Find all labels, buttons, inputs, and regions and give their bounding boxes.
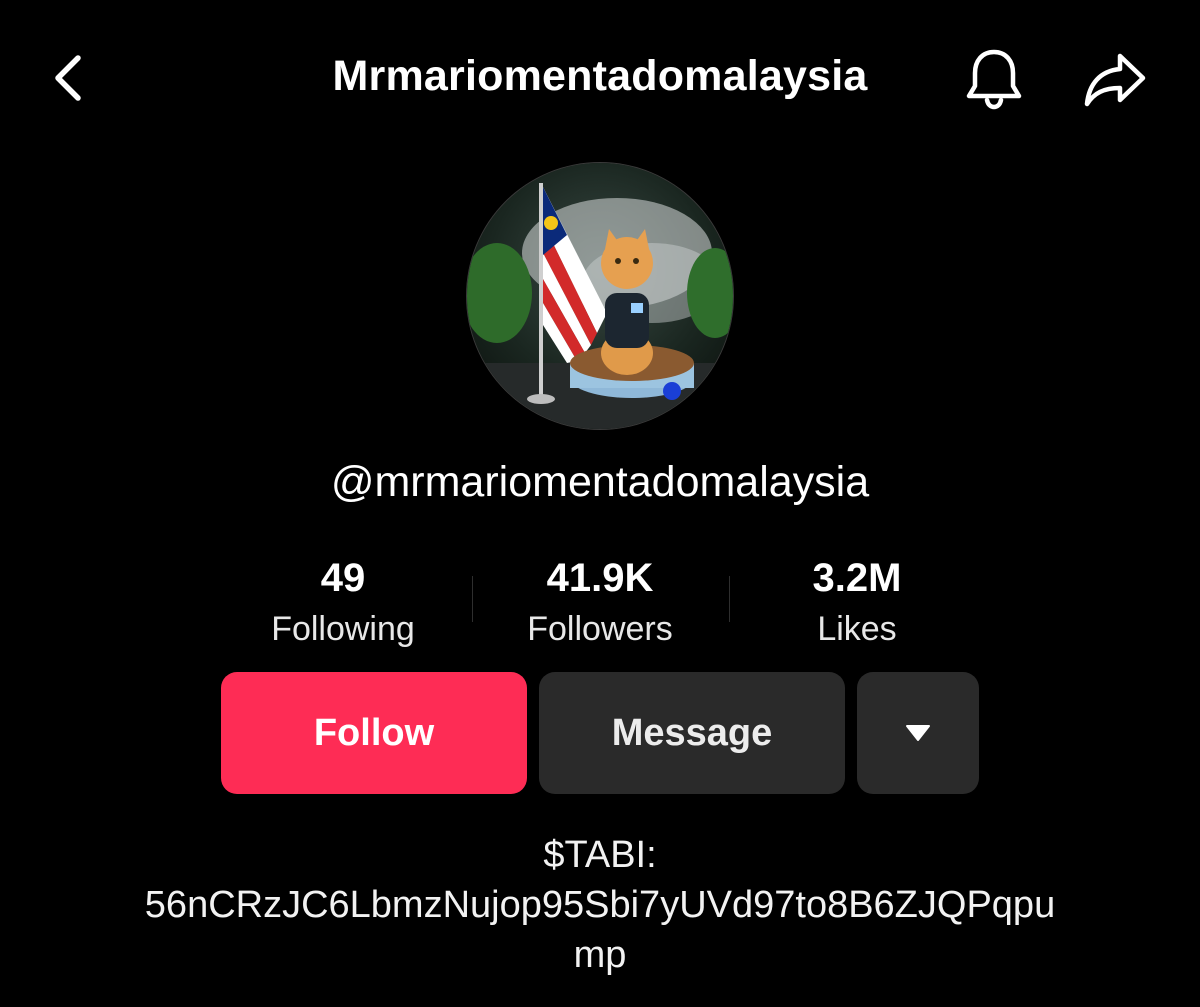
stat-value-likes: 3.2M (812, 556, 902, 600)
caret-down-icon (906, 725, 930, 741)
bell-icon (966, 49, 1022, 110)
stat-label-followers: Followers (527, 610, 673, 648)
share-button[interactable] (1080, 46, 1150, 112)
stat-following[interactable]: 49 Following (215, 552, 471, 654)
chevron-left-icon (55, 55, 81, 101)
back-button[interactable] (44, 50, 92, 106)
page-title: Mrmariomentadomalaysia (332, 52, 868, 100)
bio-line: $TABI: (543, 834, 657, 876)
stat-likes: 3.2M Likes (729, 552, 985, 654)
top-navigation-bar: Mrmariomentadomalaysia (0, 0, 1200, 150)
share-arrow-icon (1084, 53, 1146, 107)
stat-label-following: Following (271, 610, 415, 648)
avatar-image (467, 163, 733, 429)
message-button[interactable]: Message (539, 672, 845, 794)
stat-value-following: 49 (320, 556, 366, 600)
stat-label-likes: Likes (817, 610, 897, 648)
more-options-button[interactable] (857, 672, 979, 794)
stat-value-followers: 41.9K (546, 556, 654, 600)
bio-line: 56nCRzJC6LbmzNujop95Sbi7yUVd97to8B6ZJQPq… (144, 884, 1056, 926)
profile-handle: @mrmariomentadomalaysia (330, 458, 870, 506)
profile-bio: $TABI: 56nCRzJC6LbmzNujop95Sbi7yUVd97to8… (100, 830, 1100, 980)
notification-bell-button[interactable] (960, 44, 1028, 114)
follow-button[interactable]: Follow (221, 672, 527, 794)
stat-followers[interactable]: 41.9K Followers (472, 552, 728, 654)
profile-stats: 49 Following 41.9K Followers 3.2M Likes (215, 552, 985, 662)
profile-avatar[interactable] (467, 163, 733, 429)
bio-line: mp (573, 934, 627, 976)
